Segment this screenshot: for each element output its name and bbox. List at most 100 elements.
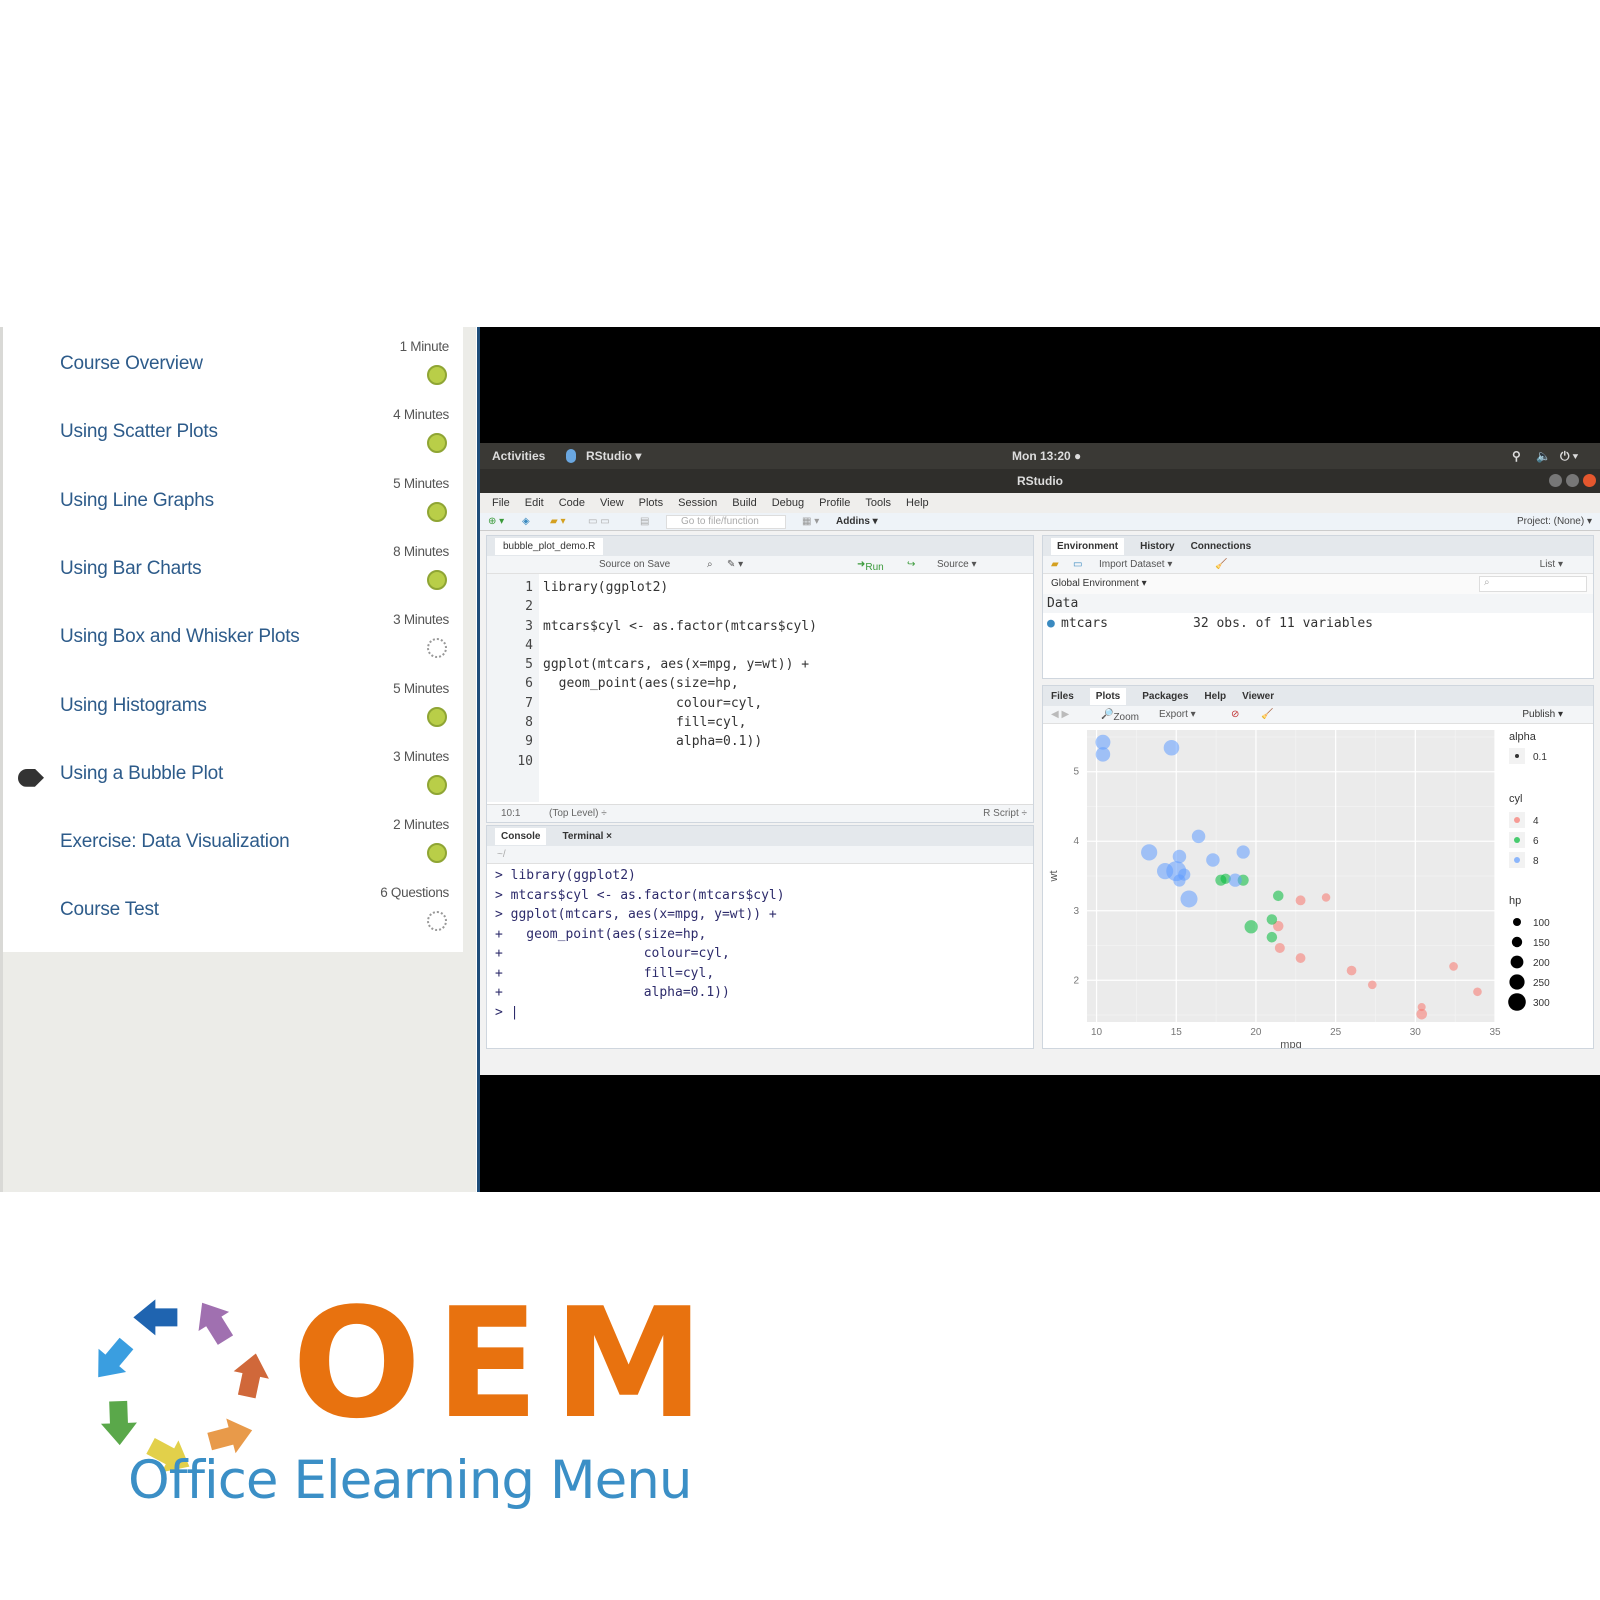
var-description: 32 obs. of 11 variables xyxy=(1193,616,1374,631)
tab-files[interactable]: Files xyxy=(1051,691,1074,702)
tab-plots[interactable]: Plots xyxy=(1089,687,1127,705)
save-workspace-icon[interactable]: ▭ xyxy=(1073,559,1082,570)
close-button[interactable] xyxy=(1583,474,1596,487)
tab-packages[interactable]: Packages xyxy=(1142,691,1188,702)
lesson-title[interactable]: Exercise: Data Visualization xyxy=(60,831,290,853)
env-row-mtcars[interactable]: ● mtcars 32 obs. of 11 variables xyxy=(1043,613,1593,635)
editor-statusbar: 10:1 (Top Level) ÷ R Script ÷ xyxy=(487,804,1033,822)
tab-history[interactable]: History xyxy=(1140,541,1174,552)
code-editor[interactable]: 1 library(ggplot2) 2 3 mtcars$cyl <- as.fact… xyxy=(487,578,1033,771)
menu-file[interactable]: File xyxy=(492,497,510,509)
export-button[interactable]: Export ▾ xyxy=(1159,709,1196,720)
goto-file-input[interactable]: Go to file/function xyxy=(666,515,786,529)
menu-bar: File Edit Code View Plots Session Build Debug Pr… xyxy=(480,493,1600,513)
editor-tabs: bubble_plot_demo.R xyxy=(487,536,1033,556)
rerun-icon[interactable]: ↪ xyxy=(907,559,915,570)
window-titlebar: RStudio xyxy=(480,469,1600,493)
open-project-icon[interactable]: ◈ xyxy=(522,516,530,527)
lesson-item[interactable]: Course Test 6 Questions xyxy=(3,877,463,946)
menu-view[interactable]: View xyxy=(600,497,624,509)
lesson-title[interactable]: Course Test xyxy=(60,899,159,921)
print-icon[interactable]: ▤ xyxy=(640,516,649,527)
menu-code[interactable]: Code xyxy=(559,497,585,509)
app-menu[interactable]: RStudio ▾ xyxy=(586,449,641,463)
tab-viewer[interactable]: Viewer xyxy=(1242,691,1274,702)
scope-menu[interactable]: (Top Level) ÷ xyxy=(549,808,607,819)
menu-help[interactable]: Help xyxy=(906,497,929,509)
expand-icon[interactable]: ● xyxy=(1047,616,1055,631)
find-icon[interactable]: ⌕ xyxy=(707,559,713,570)
new-file-icon[interactable]: ⊕ ▾ xyxy=(488,516,504,527)
window-title: RStudio xyxy=(1017,474,1063,488)
clear-workspace-icon[interactable]: 🧹 xyxy=(1215,559,1227,570)
addins-menu[interactable]: Addins ▾ xyxy=(836,516,878,527)
lesson-item[interactable]: Using Box and Whisker Plots 3 Minutes xyxy=(3,604,463,673)
menu-edit[interactable]: Edit xyxy=(525,497,544,509)
list-view-menu[interactable]: List ▾ xyxy=(1540,559,1563,570)
zoom-button[interactable]: 🔎 Zoom xyxy=(1101,709,1139,723)
project-menu[interactable]: Project: (None) ▾ xyxy=(1517,516,1592,527)
menu-build[interactable]: Build xyxy=(732,497,756,509)
open-file-icon[interactable]: ▰ ▾ xyxy=(550,516,566,527)
menu-plots[interactable]: Plots xyxy=(639,497,663,509)
lesson-title[interactable]: Course Overview xyxy=(60,353,203,375)
current-lesson-marker-icon xyxy=(18,768,44,787)
lesson-title[interactable]: Using a Bubble Plot xyxy=(60,763,223,785)
lesson-title[interactable]: Using Scatter Plots xyxy=(60,421,218,443)
menu-profile[interactable]: Profile xyxy=(819,497,850,509)
publish-button[interactable]: Publish ▾ xyxy=(1522,709,1563,720)
console-tabs: Console Terminal × xyxy=(487,826,1033,846)
lesson-title[interactable]: Using Bar Charts xyxy=(60,558,202,580)
clear-plots-icon[interactable]: 🧹 xyxy=(1261,709,1273,720)
clock[interactable]: Mon 13:20 ● xyxy=(1012,449,1081,463)
lesson-title[interactable]: Using Box and Whisker Plots xyxy=(60,626,300,648)
lesson-item[interactable]: Using Line Graphs 5 Minutes xyxy=(3,468,463,537)
line-number: 5 xyxy=(525,657,533,673)
volume-icon[interactable]: 🔈 xyxy=(1536,449,1551,463)
editor-tab-file[interactable]: bubble_plot_demo.R xyxy=(495,537,604,555)
lesson-item[interactable]: Using Scatter Plots 4 Minutes xyxy=(3,399,463,468)
code-tools-icon[interactable]: ✎ ▾ xyxy=(727,559,743,570)
menu-session[interactable]: Session xyxy=(678,497,717,509)
save-icon[interactable]: ▭ ▭ xyxy=(588,516,610,527)
lesson-item[interactable]: Exercise: Data Visualization 2 Minutes xyxy=(3,809,463,878)
run-button[interactable]: ➜ Run xyxy=(857,559,884,573)
maximize-button[interactable] xyxy=(1566,474,1579,487)
console-output[interactable]: > library(ggplot2) > mtcars$cyl <- as.fac… xyxy=(487,864,1033,1022)
source-button[interactable]: Source ▾ xyxy=(937,559,976,570)
activities-button[interactable]: Activities xyxy=(492,449,545,463)
lesson-item[interactable]: Using Bar Charts 8 Minutes xyxy=(3,536,463,605)
menu-debug[interactable]: Debug xyxy=(772,497,804,509)
import-dataset-button[interactable]: Import Dataset ▾ xyxy=(1099,559,1172,570)
lesson-item[interactable]: Using a Bubble Plot 3 Minutes xyxy=(3,741,463,810)
remove-plot-icon[interactable]: ⊘ xyxy=(1231,709,1239,720)
lesson-duration: 1 Minute xyxy=(399,339,450,354)
menu-tools[interactable]: Tools xyxy=(865,497,891,509)
lesson-item[interactable]: Course Overview 1 Minute xyxy=(3,331,463,400)
tab-terminal[interactable]: Terminal × xyxy=(562,831,612,842)
x-tick-label: 15 xyxy=(1171,1027,1183,1038)
load-workspace-icon[interactable]: ▰ xyxy=(1051,559,1059,570)
tab-console[interactable]: Console xyxy=(495,827,547,845)
legend-cyl-title: cyl xyxy=(1509,793,1522,805)
prev-plot-icon[interactable]: ◀ ▶ xyxy=(1051,709,1069,720)
lesson-title[interactable]: Using Line Graphs xyxy=(60,490,214,512)
power-icon[interactable]: ⏻ ▾ xyxy=(1560,449,1578,464)
source-on-save-checkbox[interactable]: Source on Save xyxy=(599,559,670,570)
lesson-title[interactable]: Using Histograms xyxy=(60,695,207,717)
minimize-button[interactable] xyxy=(1549,474,1562,487)
file-type-menu[interactable]: R Script ÷ xyxy=(983,808,1027,819)
tab-environment[interactable]: Environment xyxy=(1051,537,1125,555)
network-icon[interactable]: ⚲ xyxy=(1512,449,1521,463)
video-player[interactable]: Activities RStudio ▾ Mon 13:20 ● ⚲ 🔈 ⏻ ▾… xyxy=(480,327,1600,1192)
completed-icon xyxy=(427,843,447,864)
global-env-menu[interactable]: Global Environment ▾ xyxy=(1051,578,1147,589)
lesson-item[interactable]: Using Histograms 5 Minutes xyxy=(3,673,463,742)
layout-icon[interactable]: ▦ ▾ xyxy=(802,516,819,527)
tab-help[interactable]: Help xyxy=(1204,691,1226,702)
code-line: 5 ggplot(mtcars, aes(x=mpg, y=wt)) + xyxy=(487,655,1033,674)
tab-connections[interactable]: Connections xyxy=(1191,541,1252,552)
lesson-duration: 3 Minutes xyxy=(393,612,449,628)
line-number: 10 xyxy=(517,753,533,769)
env-search-input[interactable]: ⌕ xyxy=(1479,576,1587,592)
